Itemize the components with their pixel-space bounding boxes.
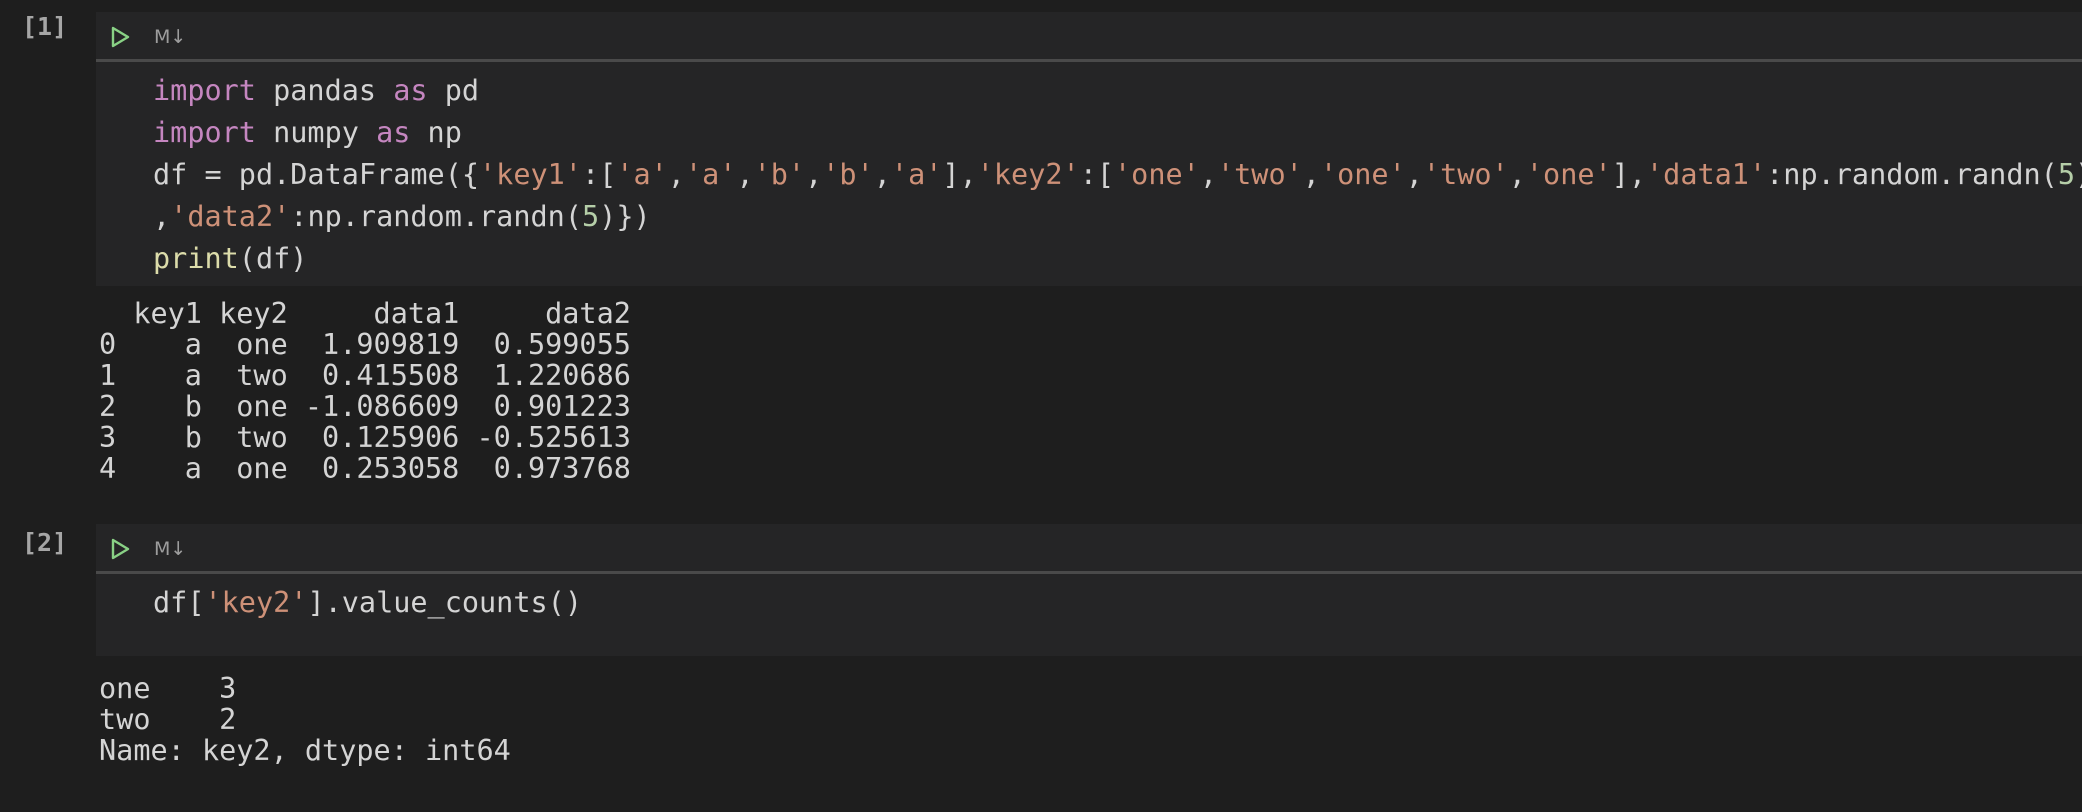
code-text: df[: [153, 586, 205, 619]
run-cell-icon[interactable]: [108, 25, 132, 49]
code-string: 'one': [1319, 158, 1406, 191]
code-string: 'b': [753, 158, 806, 191]
code-text: :np.random.randn(: [1766, 158, 2058, 191]
code-string: 'data1': [1646, 158, 1767, 191]
execution-count: [2]: [22, 528, 68, 557]
code-keyword: as: [376, 116, 411, 149]
code-string: 'a': [616, 158, 668, 191]
code-text: pd: [427, 74, 480, 107]
code-number: 5: [581, 200, 600, 233]
code-text: pandas: [255, 74, 394, 107]
output-line: one 3: [99, 672, 237, 705]
code-line: df = pd.DataFrame({'key1':['a','a','b','…: [153, 154, 2082, 196]
code-text: ,: [667, 158, 685, 191]
code-text: ],: [942, 158, 977, 191]
markdown-toggle[interactable]: M↓: [154, 24, 186, 50]
code-line: ,'data2':np.random.randn(5)}): [153, 196, 2082, 238]
code-text: )}): [599, 200, 651, 233]
code-line: import pandas as pd: [153, 70, 2082, 112]
code-string: 'two': [1422, 158, 1509, 191]
cell-toolbar: M↓: [96, 12, 2082, 62]
markdown-toggle[interactable]: M↓: [154, 536, 186, 562]
code-keyword: import: [153, 74, 256, 107]
code-string: 'two': [1216, 158, 1303, 191]
code-text: :np.random.randn(: [290, 200, 582, 233]
code-keyword: as: [393, 74, 428, 107]
output-line: 1 a two 0.415508 1.220686: [99, 359, 631, 392]
code-text: ,: [1302, 158, 1320, 191]
run-cell-icon[interactable]: [108, 537, 132, 561]
code-text: numpy: [255, 116, 377, 149]
code-line: df['key2'].value_counts(): [153, 582, 2082, 624]
code-line: import numpy as np: [153, 112, 2082, 154]
code-text: ,: [153, 200, 171, 233]
code-text: ,: [805, 158, 823, 191]
output-line: two 2: [99, 703, 237, 736]
code-string: 'data2': [170, 200, 291, 233]
code-text: ): [2075, 158, 2082, 191]
code-string: 'key1': [479, 158, 582, 191]
code-text: df = pd.DataFrame({: [153, 158, 480, 191]
code-text: ],: [1611, 158, 1647, 191]
code-text: ,: [873, 158, 891, 191]
execution-count: [1]: [22, 12, 68, 41]
output-line: 3 b two 0.125906 -0.525613: [99, 421, 631, 454]
code-string: 'one': [1525, 158, 1612, 191]
code-text: ,: [736, 158, 754, 191]
notebook-cell-2[interactable]: [2] M↓ df['key2'].value_counts() one 3 tw…: [0, 524, 2082, 804]
output-line: 0 a one 1.909819 0.599055: [99, 328, 631, 361]
code-string: 'key2': [204, 586, 308, 619]
code-text: :[: [1079, 158, 1115, 191]
code-string: 'b': [822, 158, 874, 191]
cell-toolbar: M↓: [96, 524, 2082, 574]
output-line: 2 b one -1.086609 0.901223: [99, 390, 631, 423]
code-text: np: [410, 116, 462, 149]
code-text: :[: [581, 158, 617, 191]
cell-output: one 3 two 2 Name: key2, dtype: int64: [99, 673, 511, 766]
output-line: Name: key2, dtype: int64: [99, 734, 511, 767]
code-line: print(df): [153, 238, 2082, 280]
code-text: (df): [238, 242, 308, 275]
code-text: ,: [1508, 158, 1526, 191]
code-text: ,: [1199, 158, 1217, 191]
code-editor[interactable]: import pandas as pd import numpy as np df …: [96, 62, 2082, 286]
cell-output: key1 key2 data1 data2 0 a one 1.909819 0.…: [99, 298, 631, 484]
code-function: print: [153, 242, 239, 275]
code-keyword: import: [153, 116, 256, 149]
code-string: 'a': [684, 158, 737, 191]
code-string: 'one': [1114, 158, 1200, 191]
notebook-cell-1[interactable]: [1] M↓ import pandas as pd import numpy a…: [0, 0, 2082, 484]
code-text: ,: [1405, 158, 1423, 191]
code-string: 'key2': [976, 158, 1080, 191]
code-string: 'a': [890, 158, 943, 191]
code-editor[interactable]: df['key2'].value_counts(): [96, 574, 2082, 656]
code-text: ].value_counts(): [307, 586, 582, 619]
output-line: key1 key2 data1 data2: [99, 297, 631, 330]
code-number: 5: [2057, 158, 2075, 191]
output-line: 4 a one 0.253058 0.973768: [99, 452, 631, 485]
